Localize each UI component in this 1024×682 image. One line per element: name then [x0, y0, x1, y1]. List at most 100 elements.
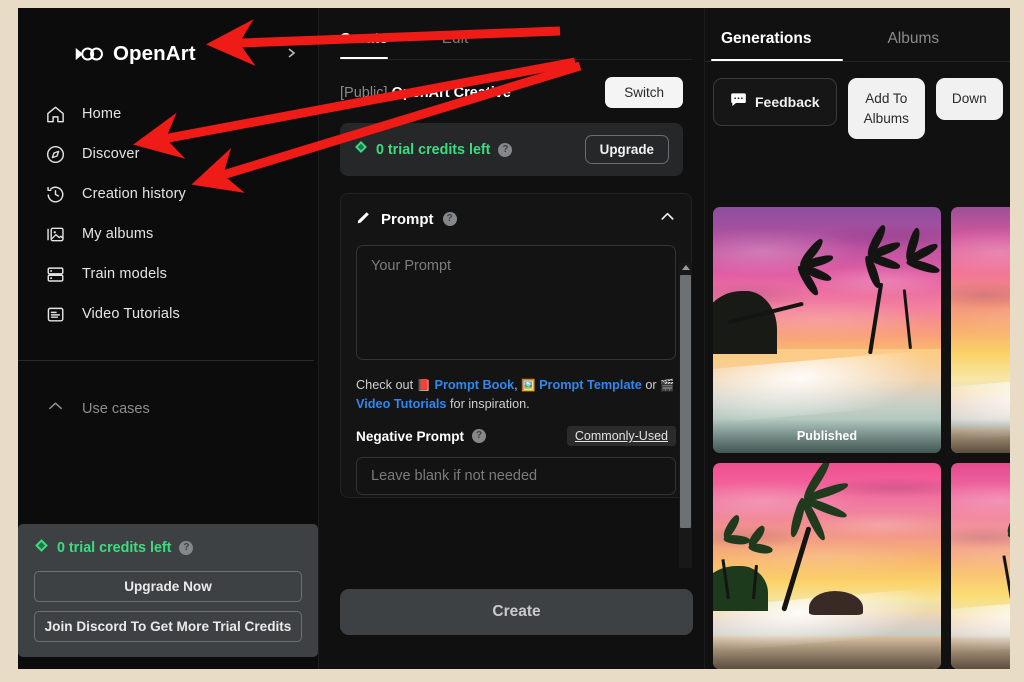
generation-card[interactable] [713, 462, 941, 669]
prompt-inspiration-text: Check out 📕 Prompt Book, 🖼️ Prompt Templ… [356, 376, 676, 413]
create-panel: Create Edit [Public] OpenArt Creative Sw… [318, 8, 704, 669]
use-cases-section-toggle[interactable]: Use cases [18, 389, 318, 429]
checkout-mid: or [645, 378, 657, 392]
model-visibility: [Public] [340, 84, 388, 101]
generations-gallery: Published [713, 207, 1010, 669]
chevron-up-icon [45, 396, 66, 422]
upgrade-button[interactable]: Upgrade [584, 135, 669, 164]
gallery-column: Published [713, 207, 941, 669]
sidebar-item-label: My albums [82, 226, 154, 242]
help-icon[interactable]: ? [179, 541, 194, 555]
feedback-button[interactable]: Feedback [713, 78, 837, 126]
negative-prompt-header: Negative Prompt ? Commonly-Used [356, 426, 676, 447]
negative-prompt-title: Negative Prompt [356, 428, 465, 444]
help-icon[interactable]: ? [472, 429, 487, 444]
sidebar: OpenArt Home Discover Creation history M… [18, 8, 318, 669]
sidebar-item-creation-history[interactable]: Creation history [18, 174, 318, 214]
generations-panel: Generations Albums Feedback Add To Album… [704, 8, 1010, 669]
app-window: OpenArt Home Discover Creation history M… [18, 8, 1010, 669]
scrollbar-thumb[interactable] [680, 275, 691, 528]
sidebar-divider [18, 360, 314, 361]
join-discord-button[interactable]: Join Discord To Get More Trial Credits [34, 611, 302, 642]
help-icon[interactable]: ? [442, 212, 457, 226]
template-icon: 🖼️ [521, 380, 536, 392]
generation-card[interactable] [951, 207, 1010, 453]
prompt-card: Prompt ? Check out 📕 Prompt Book, 🖼️ Pro… [340, 193, 692, 498]
article-icon [45, 304, 66, 325]
create-edit-tabs: Create Edit [319, 8, 704, 59]
checkout-separator: , [514, 378, 518, 392]
generation-image [713, 207, 941, 453]
generation-status-label [951, 418, 1010, 453]
sidebar-credits-card: 0 trial credits left ? Upgrade Now Join … [18, 524, 318, 657]
sidebar-item-label: Train models [82, 266, 168, 282]
tab-generations[interactable]: Generations [721, 30, 811, 61]
albums-icon [45, 224, 66, 245]
sidebar-item-my-albums[interactable]: My albums [18, 214, 318, 254]
history-icon [45, 184, 66, 205]
collapse-sidebar-icon[interactable] [286, 46, 298, 58]
model-name: [Public] OpenArt Creative [340, 85, 511, 101]
generation-status-label: Published [713, 418, 941, 453]
use-cases-label: Use cases [82, 401, 150, 417]
home-icon [45, 104, 66, 125]
negative-prompt-input[interactable] [356, 457, 676, 496]
prompt-book-link[interactable]: Prompt Book [435, 378, 515, 392]
infinity-logo-icon [74, 43, 104, 65]
credits-text: 0 trial credits left [57, 540, 172, 556]
prompt-scrollbar[interactable] [679, 263, 692, 568]
video-tutorials-link[interactable]: Video Tutorials [356, 397, 446, 411]
model-title: OpenArt Creative [391, 84, 511, 101]
switch-model-button[interactable]: Switch [605, 77, 683, 108]
create-button[interactable]: Create [340, 589, 693, 635]
gem-icon [354, 140, 368, 159]
video-icon: 🎬 [660, 380, 675, 392]
chevron-up-icon[interactable] [659, 208, 676, 230]
generations-albums-tabs: Generations Albums [705, 8, 1010, 61]
generation-status-label [713, 635, 941, 669]
gallery-actions: Feedback Add To Albums Down [705, 62, 1010, 140]
model-selector-row: [Public] OpenArt Creative Switch [319, 60, 704, 108]
help-icon[interactable]: ? [498, 142, 513, 157]
prompt-header: Prompt ? [356, 208, 676, 230]
sidebar-item-label: Creation history [82, 186, 186, 202]
gem-icon [34, 538, 49, 558]
prompt-template-link[interactable]: Prompt Template [539, 378, 642, 392]
upgrade-now-button[interactable]: Upgrade Now [34, 571, 302, 602]
sidebar-item-home[interactable]: Home [18, 94, 318, 134]
sidebar-item-train-models[interactable]: Train models [18, 254, 318, 294]
credits-banner: 0 trial credits left ? Upgrade [340, 123, 683, 176]
compass-icon [45, 144, 66, 165]
credits-banner-left: 0 trial credits left ? [354, 140, 513, 159]
chat-icon [730, 93, 747, 111]
server-icon [45, 264, 66, 285]
tab-create[interactable]: Create [340, 30, 388, 59]
sidebar-item-discover[interactable]: Discover [18, 134, 318, 174]
gallery-column [951, 207, 1010, 669]
generation-card[interactable]: Published [713, 207, 941, 453]
brand-logo[interactable]: OpenArt [18, 8, 318, 74]
generation-image [951, 207, 1010, 453]
prompt-title: Prompt [381, 210, 434, 228]
checkout-suffix: for inspiration. [450, 396, 530, 411]
sidebar-item-label: Home [82, 106, 122, 122]
add-to-albums-button[interactable]: Add To Albums [847, 78, 925, 140]
credits-text: 0 trial credits left [376, 141, 491, 158]
download-button[interactable]: Down [935, 78, 1003, 120]
sidebar-item-label: Discover [82, 146, 140, 162]
brand-name: OpenArt [113, 42, 196, 65]
book-icon: 📕 [416, 380, 431, 392]
generation-status-label [951, 635, 1010, 669]
generation-card[interactable] [951, 462, 1010, 669]
tab-albums[interactable]: Albums [887, 30, 939, 61]
sidebar-item-label: Video Tutorials [82, 306, 180, 322]
sidebar-nav: Home Discover Creation history My albums [18, 94, 318, 334]
tab-edit[interactable]: Edit [442, 30, 469, 59]
feedback-label: Feedback [755, 94, 820, 110]
checkout-prefix: Check out [356, 378, 414, 392]
prompt-input[interactable] [356, 245, 676, 360]
pencil-icon [356, 209, 372, 230]
commonly-used-button[interactable]: Commonly-Used [566, 426, 676, 447]
scroll-up-arrow-icon[interactable] [681, 265, 690, 270]
sidebar-item-video-tutorials[interactable]: Video Tutorials [18, 294, 318, 334]
